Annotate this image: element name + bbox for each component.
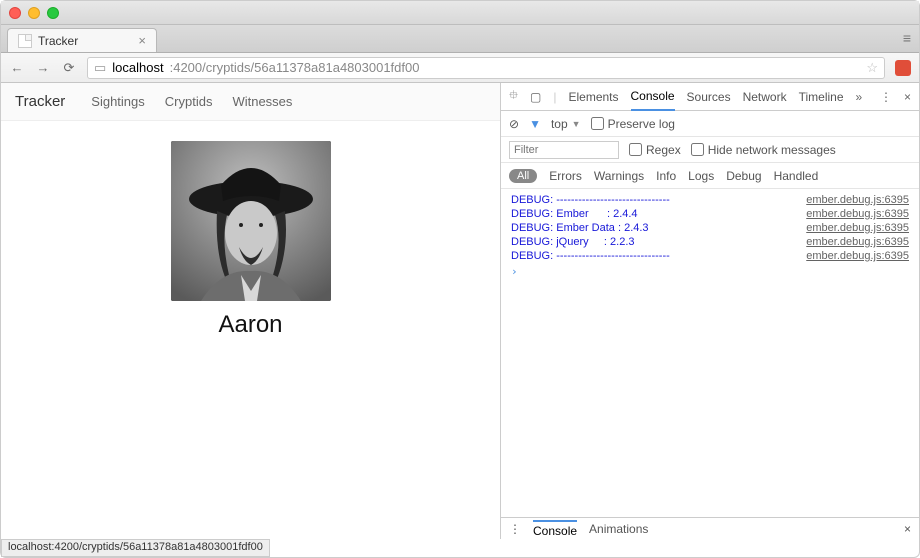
- level-debug[interactable]: Debug: [726, 169, 761, 183]
- nav-link-sightings[interactable]: Sightings: [91, 94, 144, 109]
- console-prompt[interactable]: ›: [501, 263, 919, 280]
- console-src[interactable]: ember.debug.js:6395: [806, 208, 909, 220]
- regex-label: Regex: [646, 143, 681, 157]
- inspect-element-icon[interactable]: ⯐: [509, 86, 518, 107]
- bookmark-icon[interactable]: ☆: [866, 60, 878, 76]
- hide-network-input[interactable]: [691, 143, 704, 156]
- avatar: [171, 141, 331, 301]
- minimize-window-button[interactable]: [28, 7, 40, 19]
- context-selector[interactable]: top ▼: [551, 117, 581, 131]
- level-warnings[interactable]: Warnings: [594, 169, 644, 183]
- log-level-bar: All Errors Warnings Info Logs Debug Hand…: [501, 163, 919, 189]
- drawer-close-icon[interactable]: ×: [904, 522, 911, 536]
- devtools-panel: ⯐ ▢ | Elements Console Sources Network T…: [501, 83, 919, 539]
- console-line: DEBUG: Ember : 2.4.4 ember.debug.js:6395: [501, 207, 919, 221]
- level-logs[interactable]: Logs: [688, 169, 714, 183]
- filter-icon[interactable]: ▼: [529, 117, 541, 131]
- hide-network-checkbox[interactable]: Hide network messages: [691, 143, 836, 157]
- site-info-icon[interactable]: ▭: [94, 60, 106, 76]
- browser-tab[interactable]: Tracker ×: [7, 28, 157, 52]
- zoom-window-button[interactable]: [47, 7, 59, 19]
- console-line: DEBUG: ------------------------------- em…: [501, 193, 919, 207]
- devtools-tab-timeline[interactable]: Timeline: [799, 83, 844, 110]
- console-msg: DEBUG: Ember : 2.4.4: [511, 208, 638, 220]
- extension-icons: [895, 60, 911, 76]
- app-navbar: Tracker Sightings Cryptids Witnesses: [1, 83, 500, 121]
- clear-console-icon[interactable]: ⊘: [509, 117, 519, 131]
- ember-inspector-icon[interactable]: [895, 60, 911, 76]
- console-src[interactable]: ember.debug.js:6395: [806, 250, 909, 262]
- url-path: :4200/cryptids/56a11378a81a4803001fdf00: [170, 60, 420, 75]
- profile-name: Aaron: [1, 311, 500, 339]
- devtools-tabbar: ⯐ ▢ | Elements Console Sources Network T…: [501, 83, 919, 111]
- console-line: DEBUG: ------------------------------- em…: [501, 249, 919, 263]
- tab-title: Tracker: [38, 34, 78, 48]
- preserve-log-label: Preserve log: [608, 117, 675, 131]
- page-icon: [18, 34, 32, 48]
- console-src[interactable]: ember.debug.js:6395: [806, 194, 909, 206]
- context-label: top: [551, 117, 568, 131]
- devtools-tab-network[interactable]: Network: [743, 83, 787, 110]
- nav-link-witnesses[interactable]: Witnesses: [232, 94, 292, 109]
- hide-network-label: Hide network messages: [708, 143, 836, 157]
- drawer-menu-icon[interactable]: ⋮: [509, 522, 521, 536]
- level-info[interactable]: Info: [656, 169, 676, 183]
- reload-button[interactable]: ⟳: [61, 60, 77, 76]
- close-window-button[interactable]: [9, 7, 21, 19]
- chevron-down-icon: ▼: [572, 119, 581, 129]
- status-bar: localhost:4200/cryptids/56a11378a81a4803…: [1, 539, 270, 557]
- console-src[interactable]: ember.debug.js:6395: [806, 222, 909, 234]
- browser-tabstrip: Tracker × ≡: [1, 25, 919, 53]
- status-text: localhost:4200/cryptids/56a11378a81a4803…: [8, 541, 263, 553]
- drawer-tab-animations[interactable]: Animations: [589, 522, 648, 536]
- console-filter-input[interactable]: [509, 141, 619, 159]
- level-errors[interactable]: Errors: [549, 169, 582, 183]
- page-content: Tracker Sightings Cryptids Witnesses: [1, 83, 501, 539]
- console-output: DEBUG: ------------------------------- em…: [501, 189, 919, 517]
- console-filterbar: Regex Hide network messages: [501, 137, 919, 163]
- regex-checkbox[interactable]: Regex: [629, 143, 681, 157]
- console-line: DEBUG: Ember Data : 2.4.3 ember.debug.js:…: [501, 221, 919, 235]
- console-msg: DEBUG: -------------------------------: [511, 250, 670, 262]
- window-titlebar: [1, 1, 919, 25]
- device-mode-icon[interactable]: ▢: [530, 90, 541, 104]
- nav-link-cryptids[interactable]: Cryptids: [165, 94, 213, 109]
- devtools-menu-icon[interactable]: ⋮: [880, 90, 892, 104]
- devtools-tab-elements[interactable]: Elements: [568, 83, 618, 110]
- browser-toolbar: ← → ⟳ ▭ localhost :4200/cryptids/56a11378…: [1, 53, 919, 83]
- back-button[interactable]: ←: [9, 60, 25, 75]
- close-tab-icon[interactable]: ×: [138, 33, 146, 48]
- chrome-menu-icon[interactable]: ≡: [903, 30, 911, 46]
- regex-input[interactable]: [629, 143, 642, 156]
- url-host: localhost: [112, 60, 163, 75]
- console-line: DEBUG: jQuery : 2.2.3 ember.debug.js:6395: [501, 235, 919, 249]
- preserve-log-checkbox[interactable]: Preserve log: [591, 117, 675, 131]
- more-tabs-icon[interactable]: »: [856, 90, 863, 104]
- app-title[interactable]: Tracker: [15, 93, 65, 110]
- console-msg: DEBUG: -------------------------------: [511, 194, 670, 206]
- devtools-close-icon[interactable]: ×: [904, 90, 911, 104]
- traffic-lights: [9, 7, 59, 19]
- level-handled[interactable]: Handled: [774, 169, 819, 183]
- address-bar[interactable]: ▭ localhost :4200/cryptids/56a11378a81a48…: [87, 57, 885, 79]
- console-msg: DEBUG: jQuery : 2.2.3: [511, 236, 635, 248]
- console-src[interactable]: ember.debug.js:6395: [806, 236, 909, 248]
- forward-button[interactable]: →: [35, 60, 51, 75]
- profile-card: Aaron: [1, 141, 500, 339]
- devtools-tab-console[interactable]: Console: [631, 82, 675, 111]
- devtools-tab-sources[interactable]: Sources: [687, 83, 731, 110]
- console-msg: DEBUG: Ember Data : 2.4.3: [511, 222, 649, 234]
- preserve-log-input[interactable]: [591, 117, 604, 130]
- console-toolbar: ⊘ ▼ top ▼ Preserve log: [501, 111, 919, 137]
- drawer-tab-console[interactable]: Console: [533, 520, 577, 538]
- level-all[interactable]: All: [509, 169, 537, 183]
- devtools-drawer: ⋮ Console Animations ×: [501, 517, 919, 539]
